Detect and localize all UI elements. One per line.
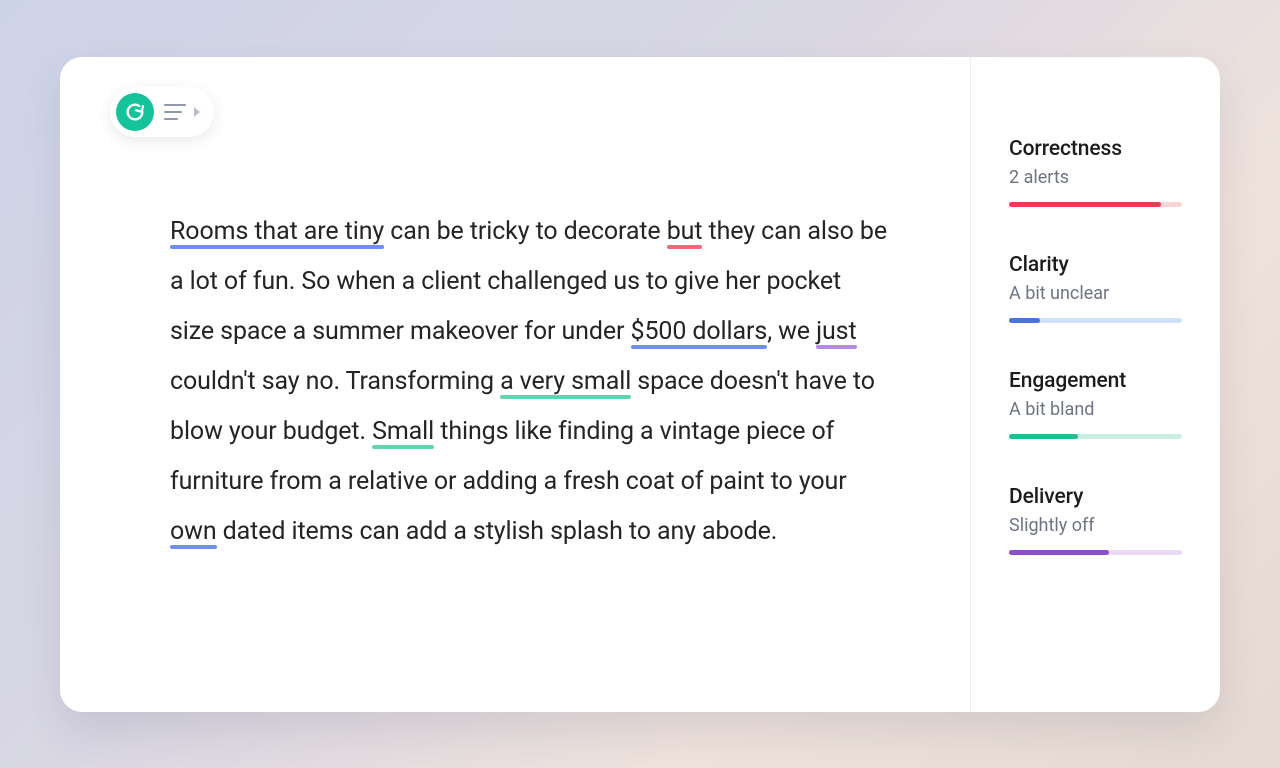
metric-title: Delivery [1009,485,1182,509]
grammarly-logo-icon[interactable] [116,93,154,131]
metric-progress-bar [1009,202,1182,207]
metric-progress-bar [1009,434,1182,439]
underlined-phrase[interactable]: own [170,517,217,546]
underlined-phrase[interactable]: just [816,317,856,346]
expand-chevron-icon[interactable] [194,107,200,117]
metric-subtitle: A bit bland [1009,399,1182,420]
metric-subtitle: Slightly off [1009,515,1182,536]
g-arrow-icon [124,101,146,123]
metric-progress-bar [1009,550,1182,555]
underlined-phrase[interactable]: a very small [500,367,631,396]
metric-subtitle: A bit unclear [1009,283,1182,304]
sidebar: Correctness 2 alerts Clarity A bit unclear E… [970,57,1220,712]
metric-engagement[interactable]: Engagement A bit bland [1009,369,1182,439]
main-pane: Rooms that are tiny can be tricky to dec… [60,57,970,712]
underlined-phrase[interactable]: Rooms that are tiny [170,217,384,246]
metric-subtitle: 2 alerts [1009,167,1182,188]
metric-delivery[interactable]: Delivery Slightly off [1009,485,1182,555]
metric-progress-bar [1009,318,1182,323]
metric-title: Engagement [1009,369,1182,393]
editor-card: Rooms that are tiny can be tricky to dec… [60,57,1220,712]
underlined-phrase[interactable]: but [667,217,703,246]
metric-title: Clarity [1009,253,1182,277]
toolbar-pill[interactable] [110,87,214,137]
underlined-phrase[interactable]: Small [372,417,434,446]
document-text[interactable]: Rooms that are tiny can be tricky to dec… [170,207,890,557]
metric-correctness[interactable]: Correctness 2 alerts [1009,137,1182,207]
metric-clarity[interactable]: Clarity A bit unclear [1009,253,1182,323]
metric-title: Correctness [1009,137,1182,161]
menu-icon[interactable] [164,104,186,120]
underlined-phrase[interactable]: $500 dollars [631,317,768,346]
